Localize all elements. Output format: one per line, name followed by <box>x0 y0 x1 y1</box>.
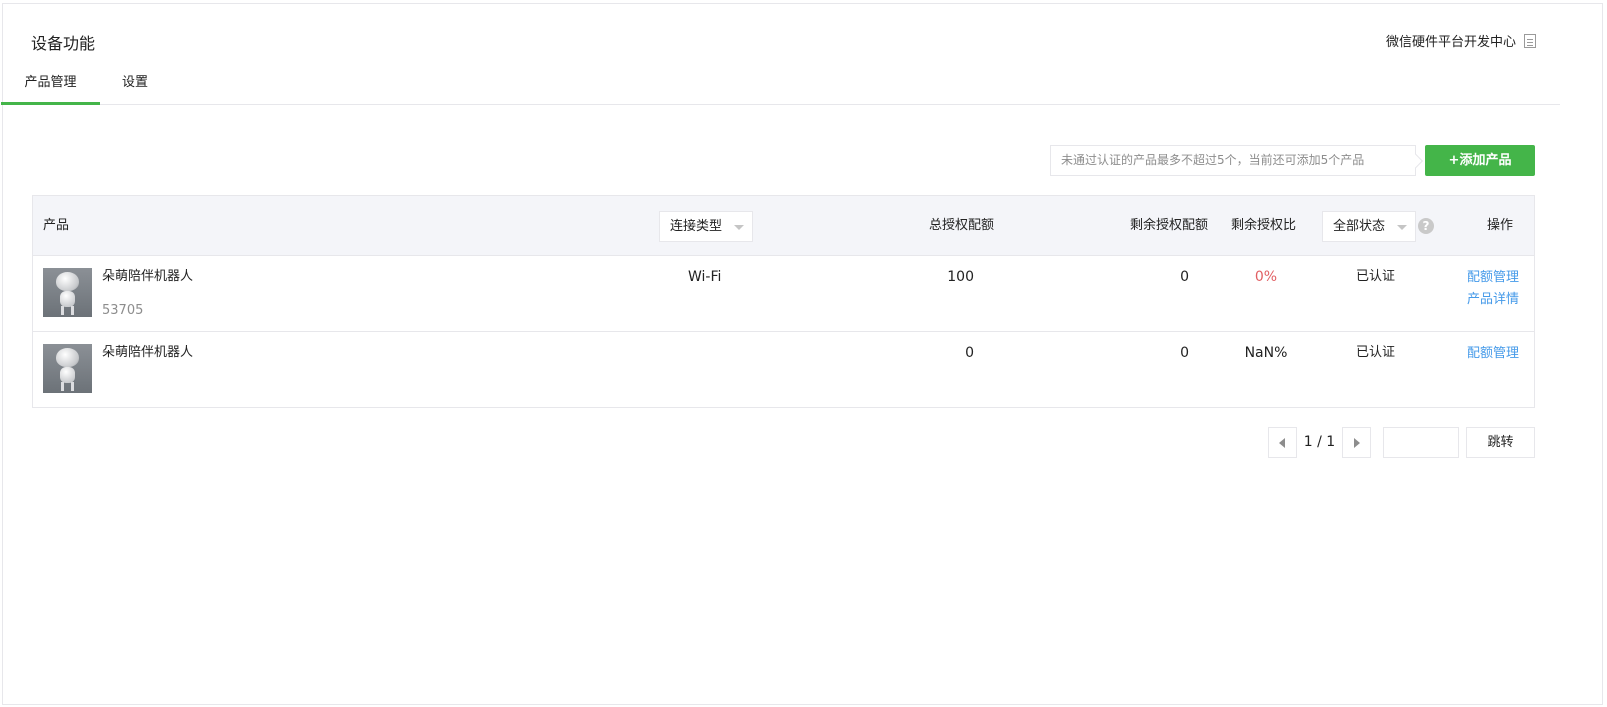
quota-tip: 未通过认证的产品最多不超过5个，当前还可添加5个产品 <box>1050 145 1416 176</box>
robot-image-body <box>60 367 75 383</box>
next-page-button[interactable] <box>1342 427 1371 458</box>
remaining-ratio: 0% <box>1254 269 1278 285</box>
robot-image-body <box>60 291 75 307</box>
robot-image-legs <box>61 382 74 391</box>
row-operations: 配额管理 产品详情 <box>1459 267 1519 311</box>
chevron-down-icon <box>734 225 744 230</box>
column-operations: 操作 <box>1487 218 1514 233</box>
robot-image-legs <box>61 306 74 315</box>
quota-management-link[interactable]: 配额管理 <box>1459 343 1519 365</box>
row-operations: 配额管理 <box>1459 343 1519 365</box>
robot-image-head <box>56 348 79 367</box>
prev-page-button[interactable] <box>1268 427 1297 458</box>
table-row: 朵萌陪伴机器人 53705 Wi-Fi 100 0 0% 已认证 配额管理 产品… <box>33 256 1534 332</box>
tab-settings[interactable]: 设置 <box>105 65 165 105</box>
dev-center-label[interactable]: 微信硬件平台开发中心 <box>1386 31 1516 50</box>
chevron-down-icon <box>1397 225 1407 230</box>
status-badge: 已认证 <box>1356 269 1396 284</box>
connection-type: Wi-Fi <box>688 269 722 285</box>
quota-management-link[interactable]: 配额管理 <box>1459 267 1519 289</box>
remaining-ratio: NaN% <box>1244 345 1288 361</box>
product-name: 朵萌陪伴机器人 <box>102 269 194 284</box>
product-name: 朵萌陪伴机器人 <box>102 345 194 360</box>
product-id: 53705 <box>102 303 144 318</box>
status-filter-label: 全部状态 <box>1333 219 1386 234</box>
table-row: 朵萌陪伴机器人 0 0 NaN% 已认证 配额管理 <box>33 332 1534 408</box>
tab-bar: 产品管理 设置 <box>1 65 1560 105</box>
page-indicator: 1 / 1 <box>1303 434 1336 450</box>
total-quota: 100 <box>947 269 974 285</box>
total-quota: 0 <box>965 345 974 361</box>
help-icon[interactable]: ? <box>1418 218 1434 234</box>
product-details-link[interactable]: 产品详情 <box>1459 289 1519 311</box>
column-remaining-ratio: 剩余授权比 <box>1231 218 1297 233</box>
product-thumbnail <box>43 344 92 393</box>
column-product: 产品 <box>43 218 70 233</box>
column-remaining-quota: 剩余授权配额 <box>1130 218 1209 233</box>
connection-type-filter[interactable]: 连接类型 <box>659 211 753 242</box>
product-table: 产品 连接类型 总授权配额 剩余授权配额 剩余授权比 全部状态 ? 操作 朵萌陪… <box>32 195 1535 408</box>
connection-type-label: 连接类型 <box>670 219 723 234</box>
robot-image-head <box>56 272 79 291</box>
column-total-quota: 总授权配额 <box>929 218 995 233</box>
remaining-quota: 0 <box>1180 269 1189 285</box>
product-thumbnail <box>43 268 92 317</box>
remaining-quota: 0 <box>1180 345 1189 361</box>
dev-center-link[interactable]: 微信硬件平台开发中心 <box>1386 31 1536 50</box>
page-jump-input[interactable] <box>1383 427 1459 458</box>
jump-button[interactable]: 跳转 <box>1466 427 1535 458</box>
document-icon[interactable] <box>1524 33 1536 48</box>
add-product-button[interactable]: +添加产品 <box>1425 145 1535 176</box>
page-title: 设备功能 <box>31 34 96 53</box>
table-header: 产品 连接类型 总授权配额 剩余授权配额 剩余授权比 全部状态 ? 操作 <box>33 196 1534 256</box>
tab-product-management[interactable]: 产品管理 <box>1 65 100 105</box>
status-filter[interactable]: 全部状态 <box>1322 211 1416 242</box>
status-badge: 已认证 <box>1356 345 1396 360</box>
